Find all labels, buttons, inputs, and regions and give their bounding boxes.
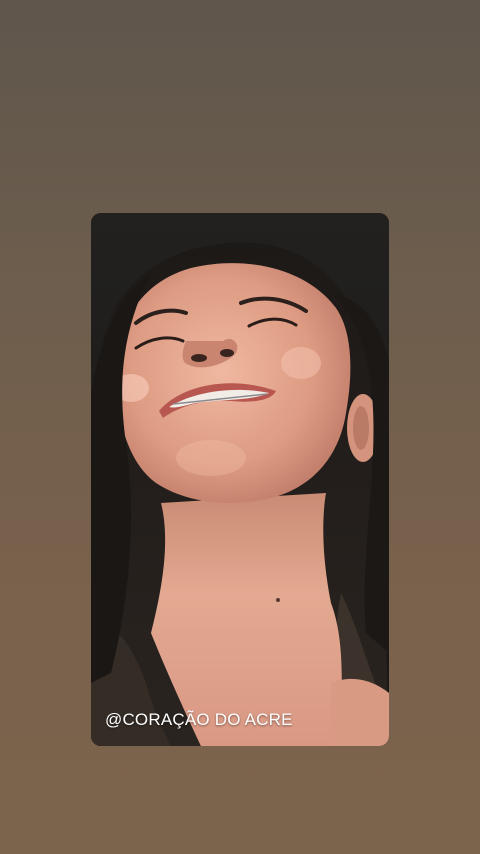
story-media-frame[interactable]: @CORAÇÃO DO ACRE	[91, 213, 389, 746]
portrait-photo	[91, 213, 389, 746]
watermark-text: @CORAÇÃO DO ACRE	[105, 710, 293, 729]
